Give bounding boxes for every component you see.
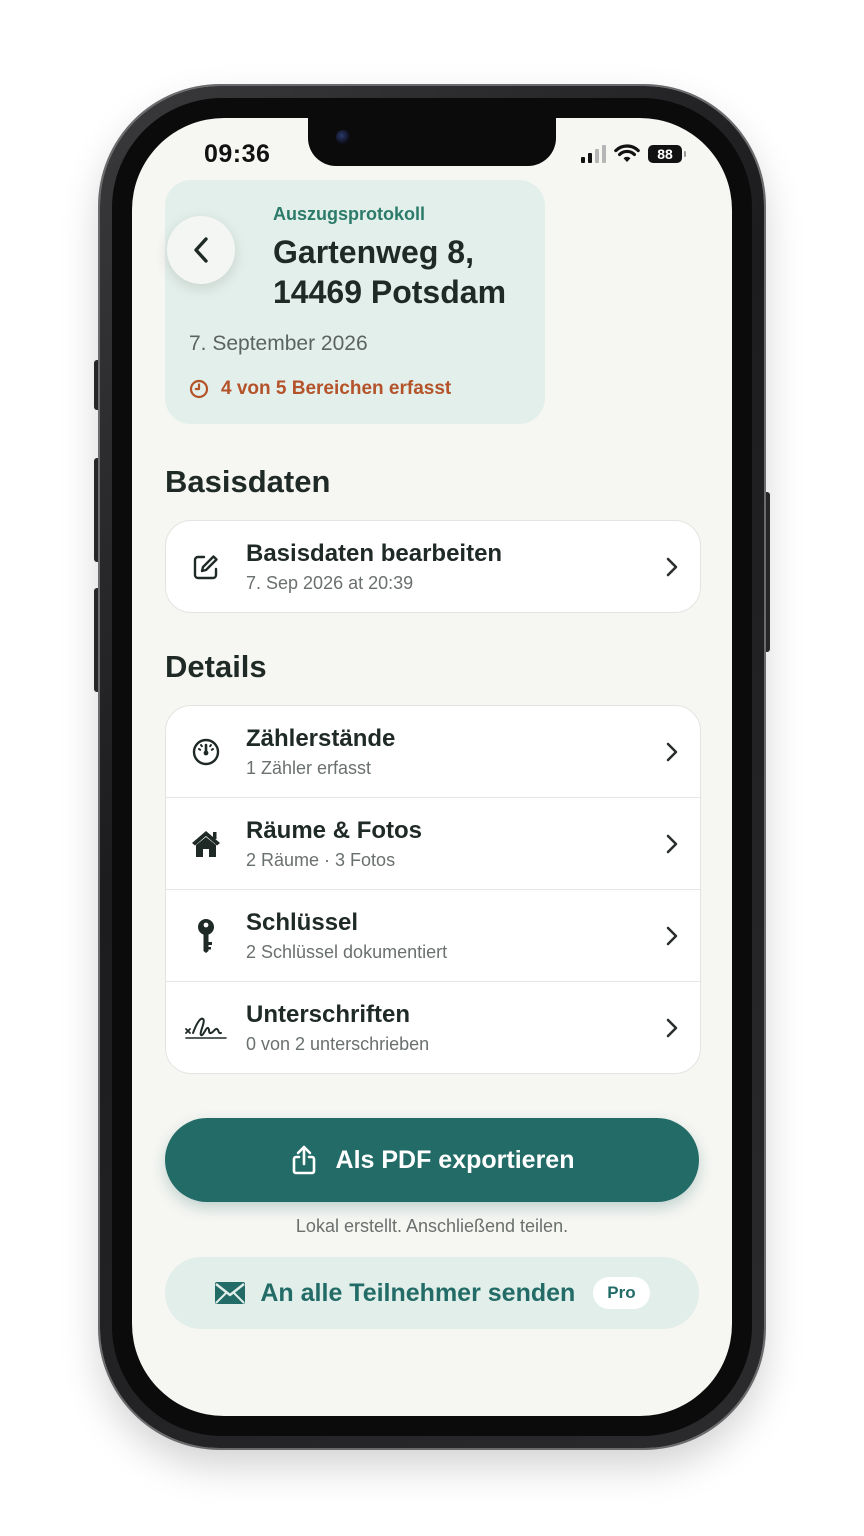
- row-title: Zählerstände: [246, 725, 396, 752]
- protocol-type-label: Auszugsprotokoll: [273, 204, 425, 224]
- row-subtitle: 1 Zähler erfasst: [246, 758, 372, 778]
- export-pdf-button[interactable]: Als PDF exportieren: [165, 1118, 699, 1202]
- row-title: Schlüssel: [246, 909, 359, 936]
- stage: 09:36 88 Auszugsprotokoll Gartenweg 8, 1…: [0, 0, 864, 1536]
- pro-badge: Pro: [593, 1277, 650, 1309]
- share-icon: [292, 1145, 315, 1175]
- chevron-right-icon: [666, 1018, 678, 1037]
- status-time: 09:36: [204, 140, 271, 168]
- details-row-schluessel[interactable]: Schlüssel 2 Schlüssel dokumentiert: [166, 889, 700, 981]
- basisdaten-card: Basisdaten bearbeiten 7. Sep 2026 at 20:…: [165, 520, 701, 613]
- protocol-header-card: Auszugsprotokoll Gartenweg 8, 14469 Pots…: [165, 180, 545, 424]
- basisdaten-edit-row[interactable]: Basisdaten bearbeiten 7. Sep 2026 at 20:…: [166, 521, 700, 612]
- wifi-icon: [614, 144, 640, 162]
- details-card: Zählerstände 1 Zähler erfasst Räume & Fo…: [165, 705, 701, 1074]
- send-to-all-button[interactable]: An alle Teilnehmer senden Pro: [165, 1257, 699, 1329]
- edit-icon: [193, 554, 218, 579]
- gauge-icon: [192, 738, 220, 765]
- house-icon: [192, 830, 220, 857]
- row-title: Räume & Fotos: [246, 817, 423, 844]
- row-title: Basisdaten bearbeiten: [246, 540, 503, 567]
- battery-icon: 88: [648, 145, 686, 163]
- back-button[interactable]: [167, 216, 235, 284]
- clock-icon: [189, 379, 209, 399]
- title-line-street: Gartenweg 8,: [273, 234, 474, 270]
- key-icon: [198, 918, 214, 953]
- details-row-zaehlerstaende[interactable]: Zählerstände 1 Zähler erfasst: [166, 706, 700, 797]
- export-hint: Lokal erstellt. Anschließend teilen.: [295, 1216, 569, 1236]
- front-camera: [336, 130, 350, 144]
- page-title: Gartenweg 8, 14469 Potsdam: [273, 232, 543, 312]
- chevron-right-icon: [666, 557, 678, 576]
- chevron-left-icon: [194, 237, 208, 263]
- phone-screen: 09:36 88 Auszugsprotokoll Gartenweg 8, 1…: [132, 118, 732, 1416]
- chevron-right-icon: [666, 742, 678, 761]
- section-title-basisdaten: Basisdaten: [165, 464, 331, 499]
- title-line-city: 14469 Potsdam: [273, 274, 507, 310]
- progress-status: 4 von 5 Bereichen erfasst: [189, 378, 451, 400]
- protocol-date: 7. September 2026: [189, 332, 368, 355]
- chevron-right-icon: [666, 926, 678, 945]
- row-subtitle: 0 von 2 unterschrieben: [246, 1034, 430, 1054]
- details-row-unterschriften[interactable]: Unterschriften 0 von 2 unterschrieben: [166, 981, 700, 1073]
- row-subtitle: 2 Schlüssel dokumentiert: [246, 942, 448, 962]
- export-pdf-label: Als PDF exportieren: [335, 1145, 575, 1174]
- row-title: Unterschriften: [246, 1001, 411, 1028]
- notch: [308, 118, 556, 166]
- cellular-signal-icon: [581, 145, 606, 163]
- envelope-icon: [215, 1282, 246, 1304]
- status-icons: 88: [581, 144, 686, 164]
- row-subtitle: 7. Sep 2026 at 20:39: [246, 573, 414, 593]
- row-subtitle: 2 Räume · 3 Fotos: [246, 850, 396, 870]
- progress-text: 4 von 5 Bereichen erfasst: [221, 378, 452, 399]
- send-to-all-label: An alle Teilnehmer senden: [260, 1278, 576, 1307]
- chevron-right-icon: [666, 834, 678, 853]
- section-title-details: Details: [165, 649, 267, 684]
- details-row-raeume-fotos[interactable]: Räume & Fotos 2 Räume · 3 Fotos: [166, 797, 700, 889]
- signature-icon: [185, 1017, 227, 1039]
